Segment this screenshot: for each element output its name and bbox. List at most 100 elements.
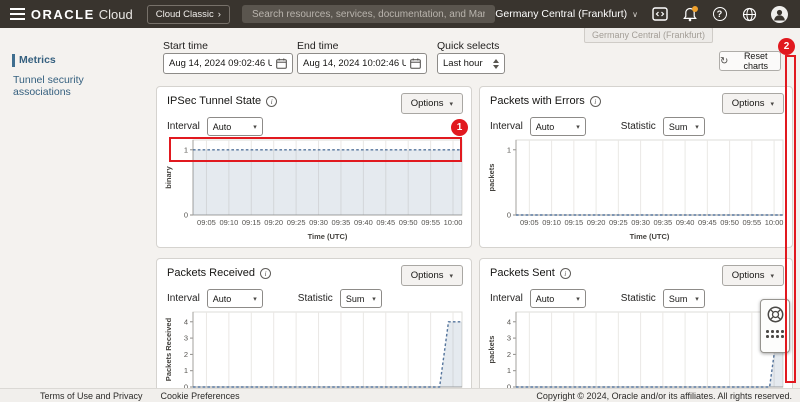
svg-text:09:25: 09:25	[287, 218, 306, 227]
svg-text:10:00: 10:00	[444, 218, 463, 227]
statistic-select[interactable]: Sum ▾	[663, 289, 705, 308]
cloud-classic-button[interactable]: Cloud Classic ›	[147, 5, 230, 24]
start-time-input[interactable]: Aug 14, 2024 09:02:46 UTC	[163, 53, 293, 74]
statistic-label: Statistic	[621, 121, 656, 132]
svg-text:09:40: 09:40	[676, 218, 695, 227]
statistic-select[interactable]: Sum ▾	[340, 289, 382, 308]
sidebar-item-metrics[interactable]: Metrics	[0, 50, 150, 70]
life-preserver-icon	[766, 305, 785, 324]
panel-packets-with-errors: Packets with Errors i Options ▾ Interval…	[479, 86, 793, 248]
svg-text:09:50: 09:50	[720, 218, 739, 227]
language-globe-icon[interactable]	[741, 6, 758, 23]
interval-select[interactable]: Auto ▾	[207, 117, 263, 136]
interval-select[interactable]: Auto ▾	[530, 117, 586, 136]
panel-title: IPSec Tunnel State	[167, 95, 261, 107]
options-button[interactable]: Options ▾	[722, 265, 784, 286]
cookie-preferences-link[interactable]: Cookie Preferences	[161, 391, 240, 401]
svg-text:09:05: 09:05	[197, 218, 216, 227]
annotation-box-2	[785, 55, 796, 383]
svg-text:1: 1	[507, 366, 511, 375]
caret-down-icon: ▾	[695, 123, 699, 131]
panel-ipsec-tunnel-state: IPSec Tunnel State i Options ▾ Interval …	[156, 86, 472, 248]
hamburger-menu-icon[interactable]	[0, 0, 27, 28]
svg-text:09:15: 09:15	[242, 218, 261, 227]
caret-down-icon: ▾	[449, 100, 453, 108]
svg-text:Time (UTC): Time (UTC)	[308, 232, 348, 241]
interval-label: Interval	[167, 293, 200, 304]
svg-text:3: 3	[184, 334, 188, 343]
interval-label: Interval	[490, 293, 523, 304]
info-icon[interactable]: i	[266, 96, 277, 107]
search-input[interactable]	[242, 5, 495, 23]
svg-text:09:50: 09:50	[399, 218, 418, 227]
caret-down-icon: ▾	[449, 272, 453, 280]
svg-text:Packets Received: Packets Received	[164, 317, 173, 381]
interval-select[interactable]: Auto ▾	[530, 289, 586, 308]
sidebar: Metrics Tunnel security associations	[0, 28, 150, 388]
svg-text:09:30: 09:30	[631, 218, 650, 227]
end-time-input[interactable]: Aug 14, 2024 10:02:46 UTC	[297, 53, 427, 74]
svg-text:09:20: 09:20	[264, 218, 283, 227]
svg-text:09:35: 09:35	[332, 218, 351, 227]
oracle-cloud-logo[interactable]: ORACLE Cloud	[31, 7, 133, 22]
caret-down-icon: ▾	[770, 100, 774, 108]
quick-selects-dropdown[interactable]: Last hour	[437, 53, 505, 74]
svg-text:2: 2	[507, 350, 511, 359]
annotation-marker-2: 2	[778, 38, 795, 55]
info-icon[interactable]: i	[590, 96, 601, 107]
terms-of-use-link[interactable]: Terms of Use and Privacy	[40, 391, 143, 401]
svg-text:09:15: 09:15	[564, 218, 583, 227]
top-navigation-bar: ORACLE Cloud Cloud Classic › Germany Cen…	[0, 0, 800, 28]
region-selector[interactable]: Germany Central (Frankfurt) ∨	[495, 8, 638, 20]
statistic-label: Statistic	[621, 293, 656, 304]
caret-down-icon: ▾	[253, 123, 257, 131]
svg-text:1: 1	[184, 366, 188, 375]
svg-text:09:35: 09:35	[653, 218, 672, 227]
svg-text:09:30: 09:30	[309, 218, 328, 227]
reset-charts-button[interactable]: ↻ Reset charts	[719, 51, 781, 71]
caret-down-icon: ▾	[576, 123, 580, 131]
svg-text:0: 0	[507, 211, 511, 220]
svg-text:0: 0	[184, 211, 188, 220]
copyright-text: Copyright © 2024, Oracle and/or its affi…	[536, 391, 800, 401]
panel-packets-sent: Packets Sent i Options ▾ Interval Auto ▾…	[479, 258, 793, 402]
brand-cloud: Cloud	[99, 7, 133, 22]
interval-label: Interval	[167, 121, 200, 132]
svg-text:Time (UTC): Time (UTC)	[630, 232, 670, 241]
developer-tools-icon[interactable]	[651, 6, 668, 23]
caret-down-icon: ▾	[695, 295, 699, 303]
svg-text:4: 4	[507, 317, 511, 326]
quick-selects-label: Quick selects	[437, 40, 499, 52]
svg-text:1: 1	[507, 145, 511, 154]
drag-handle-icon[interactable]	[766, 330, 784, 338]
svg-text:09:55: 09:55	[421, 218, 440, 227]
brand-oracle: ORACLE	[31, 7, 95, 22]
svg-text:4: 4	[184, 317, 188, 326]
svg-text:09:25: 09:25	[609, 218, 628, 227]
end-time-label: End time	[297, 40, 338, 52]
notifications-bell-icon[interactable]	[681, 6, 698, 23]
packets-with-errors-chart[interactable]: 09:0509:1009:15 09:2009:2509:3009:35 09:40…	[486, 135, 788, 243]
options-button[interactable]: Options ▾	[401, 265, 463, 286]
svg-text:09:10: 09:10	[542, 218, 561, 227]
svg-text:packets: packets	[487, 164, 496, 192]
profile-avatar-icon[interactable]	[771, 6, 788, 23]
annotation-marker-1: 1	[451, 119, 468, 136]
interval-select[interactable]: Auto ▾	[207, 289, 263, 308]
help-icon[interactable]: ?	[711, 6, 728, 23]
svg-text:09:05: 09:05	[520, 218, 539, 227]
caret-down-icon: ▾	[576, 295, 580, 303]
interval-label: Interval	[490, 121, 523, 132]
panel-title: Packets with Errors	[490, 95, 585, 107]
statistic-select[interactable]: Sum ▾	[663, 117, 705, 136]
options-button[interactable]: Options ▾	[722, 93, 784, 114]
info-icon[interactable]: i	[260, 268, 271, 279]
sidebar-item-tunnel-security-associations[interactable]: Tunnel security associations	[0, 70, 150, 102]
calendar-icon	[276, 58, 287, 69]
footer: Terms of Use and Privacy Cookie Preferen…	[0, 388, 800, 402]
svg-text:09:20: 09:20	[587, 218, 606, 227]
info-icon[interactable]: i	[560, 268, 571, 279]
options-button[interactable]: Options ▾	[401, 93, 463, 114]
svg-text:09:45: 09:45	[376, 218, 395, 227]
panel-title: Packets Sent	[490, 267, 555, 279]
